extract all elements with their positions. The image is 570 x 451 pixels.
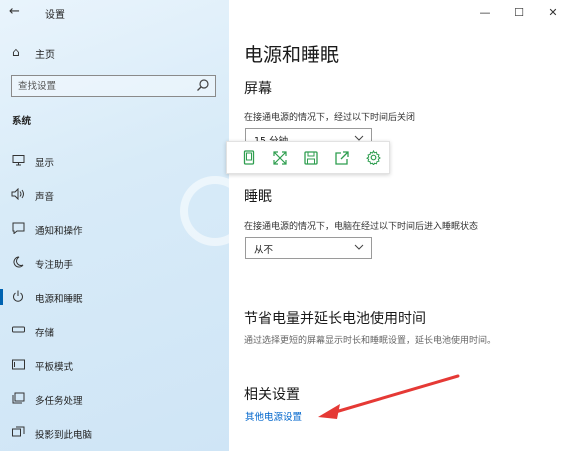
minimize-button[interactable]: — <box>468 0 502 24</box>
maximize-button[interactable]: ☐ <box>502 0 536 24</box>
window-controls: — ☐ ✕ <box>468 0 570 24</box>
home-icon: ⌂ <box>12 45 20 59</box>
moon-icon <box>11 255 25 269</box>
sidebar-item-label: 专注助手 <box>35 260 74 271</box>
home-label: 主页 <box>35 50 55 61</box>
sleep-description: 在接通电源的情况下，电脑在经过以下时间后进入睡眠状态 <box>244 222 479 232</box>
sidebar-item-sound[interactable]: 声音 <box>0 182 229 208</box>
sidebar-item-label: 多任务处理 <box>35 396 83 407</box>
multitask-icon <box>11 391 25 405</box>
sidebar: ← 设置 ⌂ 主页 系统 显示 声音 通知和操作 专注助手 <box>0 0 250 451</box>
back-arrow-icon[interactable]: ← <box>9 4 20 19</box>
speaker-icon <box>11 187 25 201</box>
sidebar-item-label: 声音 <box>35 192 55 203</box>
search-icon <box>197 79 209 91</box>
close-button[interactable]: ✕ <box>536 0 570 24</box>
share-icon[interactable] <box>327 146 358 170</box>
sidebar-item-label: 平板模式 <box>35 362 74 373</box>
dropdown-value: 从不 <box>254 245 274 256</box>
floating-toolbar <box>226 141 390 174</box>
battery-description: 通过选择更短的屏幕显示时长和睡眠设置，延长电池使用时间。 <box>244 336 497 346</box>
sidebar-item-storage[interactable]: 存储 <box>0 318 229 344</box>
sidebar-item-label: 电源和睡眠 <box>35 294 83 305</box>
sidebar-item-focus-assist[interactable]: 专注助手 <box>0 250 229 276</box>
chevron-down-icon <box>354 244 364 250</box>
battery-heading: 节省电量并延长电池使用时间 <box>244 311 426 327</box>
sidebar-item-label: 通知和操作 <box>35 226 83 237</box>
main-content: — ☐ ✕ 电源和睡眠 屏幕 在接通电源的情况下，经过以下时间后关闭 15 分钟… <box>229 0 570 451</box>
sidebar-item-label: 显示 <box>35 158 55 169</box>
sidebar-item-display[interactable]: 显示 <box>0 148 229 174</box>
home-link[interactable]: ⌂ 主页 <box>0 42 229 64</box>
sidebar-item-tablet-mode[interactable]: 平板模式 <box>0 352 229 378</box>
gear-icon[interactable] <box>358 146 389 170</box>
app-title: 设置 <box>45 10 65 21</box>
screen-description: 在接通电源的情况下，经过以下时间后关闭 <box>244 113 416 123</box>
sidebar-item-label: 存储 <box>35 328 55 339</box>
sleep-heading: 睡眠 <box>244 189 272 205</box>
project-icon <box>11 425 25 439</box>
expand-icon[interactable] <box>264 146 295 170</box>
sidebar-item-project-to-pc[interactable]: 投影到此电脑 <box>0 420 229 446</box>
screen-heading: 屏幕 <box>244 81 272 97</box>
section-label-system: 系统 <box>12 116 32 127</box>
sidebar-item-multitasking[interactable]: 多任务处理 <box>0 386 229 412</box>
related-settings-heading: 相关设置 <box>244 387 300 403</box>
tablet-icon <box>11 357 25 371</box>
notification-icon <box>11 221 25 235</box>
phone-icon[interactable] <box>233 146 264 170</box>
power-icon <box>11 289 25 303</box>
sidebar-item-notifications[interactable]: 通知和操作 <box>0 216 229 242</box>
monitor-icon <box>11 153 25 167</box>
page-title: 电源和睡眠 <box>244 44 340 66</box>
sidebar-item-label: 投影到此电脑 <box>35 430 93 441</box>
save-icon[interactable] <box>295 146 326 170</box>
search-box[interactable] <box>11 75 216 97</box>
sidebar-item-power-sleep[interactable]: 电源和睡眠 <box>0 284 229 310</box>
storage-icon <box>11 323 25 337</box>
sleep-timeout-dropdown[interactable]: 从不 <box>245 237 372 259</box>
search-input[interactable] <box>18 79 188 93</box>
additional-power-settings-link[interactable]: 其他电源设置 <box>245 409 302 423</box>
